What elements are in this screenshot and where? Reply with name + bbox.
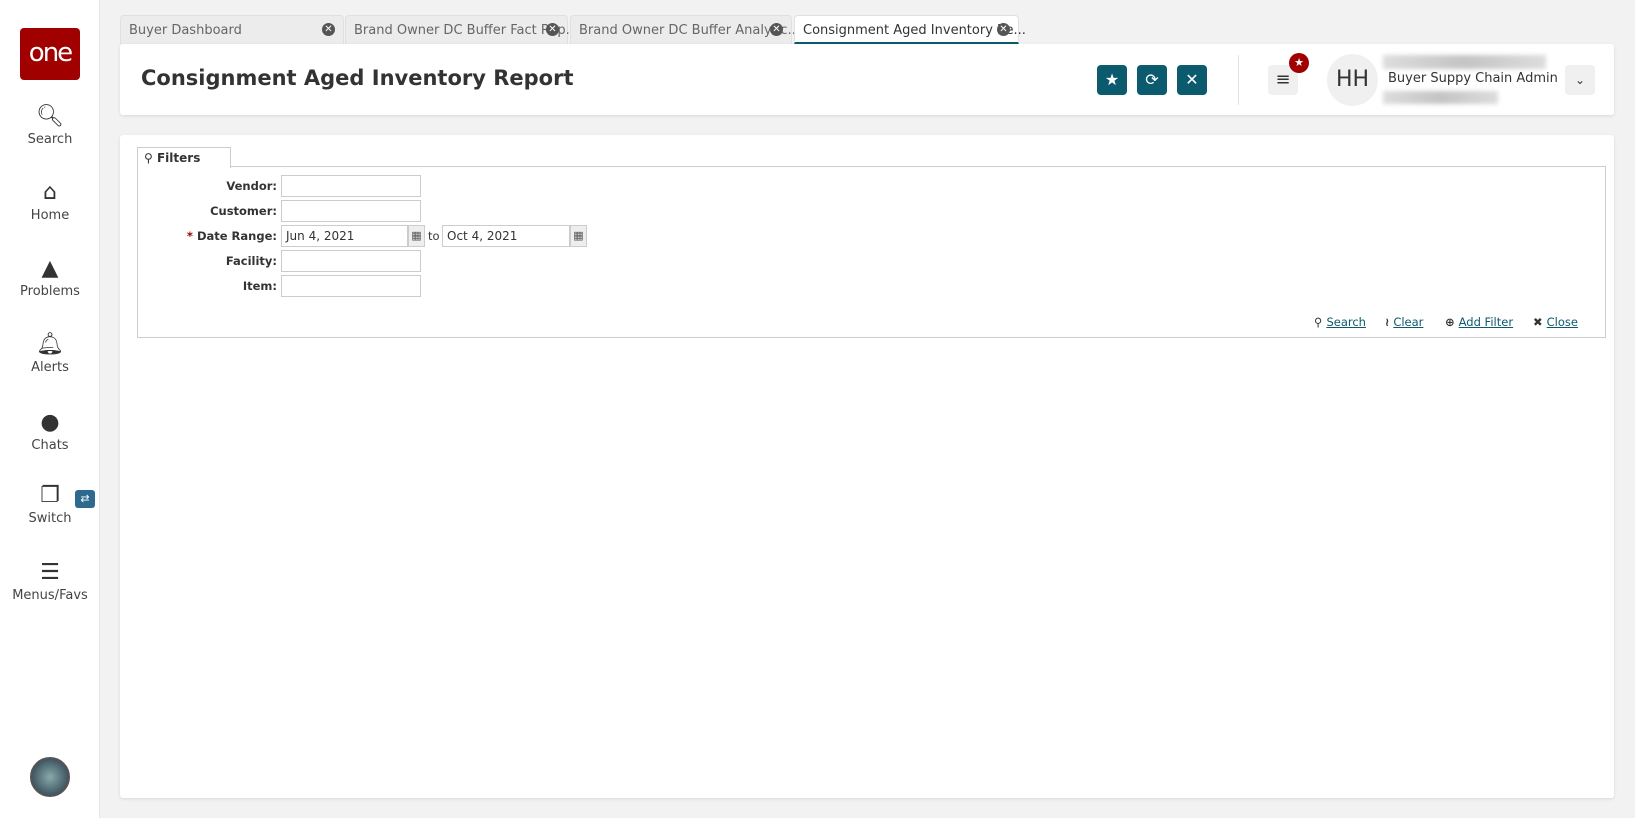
logo[interactable]: one (20, 28, 80, 80)
blurred-user-org (1383, 91, 1498, 104)
close-tab-icon[interactable]: ✕ (546, 23, 559, 36)
facility-input[interactable] (281, 250, 421, 272)
refresh-button[interactable]: ⟳ (1137, 65, 1167, 95)
sidebar-label: Problems (20, 284, 80, 299)
tab-buffer-fact[interactable]: Brand Owner DC Buffer Fact Rep... ✕ (345, 15, 578, 44)
filters-tab[interactable]: ⚲ Filters (137, 147, 231, 168)
add-filter-link[interactable]: ⊕ Add Filter (1445, 315, 1513, 329)
user-dropdown-button[interactable]: ⌄ (1565, 65, 1595, 95)
user-role: Buyer Suppy Chain Admin (1388, 71, 1558, 86)
tab-consignment-report[interactable]: Consignment Aged Inventory Re... ✕ (794, 15, 1026, 44)
sidebar-label: Home (30, 208, 70, 223)
sidebar: one 🔍︎ Search ⌂ Home ▲ Problems 🔔︎ Alerts ● C… (0, 0, 100, 818)
tab-label: Brand Owner DC Buffer Analytic... (579, 23, 800, 38)
item-label: Item: (242, 279, 277, 293)
tab-label: Consignment Aged Inventory Re... (803, 23, 1026, 38)
customer-input[interactable] (281, 200, 421, 222)
close-tab-icon[interactable]: ✕ (770, 23, 783, 36)
sidebar-item-alerts[interactable]: 🔔︎ Alerts (0, 332, 100, 375)
blurred-user-name (1383, 55, 1546, 69)
date-range-label: * Date Range: (127, 229, 277, 243)
tab-label: Brand Owner DC Buffer Fact Rep... (354, 23, 578, 38)
menu-icon: ☰ (40, 560, 60, 585)
sidebar-item-menus[interactable]: ☰ Menus/Favs (0, 560, 100, 603)
customer-label: Customer: (210, 204, 277, 218)
sidebar-item-problems[interactable]: ▲ Problems (0, 256, 100, 299)
required-marker: * (186, 229, 193, 243)
facility-label: Facility: (225, 254, 277, 268)
sidebar-item-home[interactable]: ⌂ Home (0, 180, 100, 223)
search-icon: 🔍︎ (36, 104, 64, 129)
sidebar-label: Menus/Favs (12, 588, 88, 603)
list-icon: ≡ (1275, 69, 1291, 90)
search-icon: ⚲ (1314, 315, 1323, 329)
close-filters-link[interactable]: ✖ Close (1533, 315, 1578, 329)
user-avatar[interactable]: HH (1327, 54, 1378, 106)
assistant-avatar[interactable] (30, 757, 70, 797)
bell-icon: 🔔︎ (36, 332, 64, 357)
refresh-icon: ⟳ (1145, 70, 1159, 89)
search-link[interactable]: ⚲ Search (1314, 315, 1366, 329)
tab-label: Buyer Dashboard (129, 23, 242, 38)
search-icon: ⚲ (144, 151, 153, 165)
date-to-label: to (428, 229, 440, 243)
clear-link-label[interactable]: Clear (1393, 315, 1423, 329)
date-range-label-text: Date Range: (196, 229, 277, 243)
close-tab-icon[interactable]: ✕ (322, 23, 335, 36)
divider (1238, 55, 1239, 105)
sidebar-label: Switch (28, 511, 72, 526)
date-to-input[interactable]: Oct 4, 2021 (442, 225, 570, 247)
vendor-label: Vendor: (226, 179, 277, 193)
page-title: Consignment Aged Inventory Report (141, 66, 574, 90)
add-filter-link-label[interactable]: Add Filter (1459, 315, 1513, 329)
star-icon: ★ (1104, 70, 1120, 89)
plus-circle-icon: ⊕ (1445, 315, 1455, 329)
calendar-icon[interactable]: ▦ (408, 225, 425, 247)
chat-icon: ● (40, 410, 60, 435)
close-link-label[interactable]: Close (1547, 315, 1578, 329)
sidebar-item-chats[interactable]: ● Chats (0, 410, 100, 453)
close-icon: ✖ (1533, 315, 1543, 329)
filters-tab-label: Filters (156, 151, 201, 165)
switch-badge-icon[interactable]: ⇄ (75, 490, 95, 508)
broom-icon: ≀ (1385, 315, 1390, 329)
favorite-button[interactable]: ★ (1097, 65, 1127, 95)
sidebar-item-search[interactable]: 🔍︎ Search (0, 104, 100, 147)
sidebar-label: Chats (31, 438, 69, 453)
home-icon: ⌂ (43, 180, 57, 205)
chevron-down-icon: ⌄ (1574, 73, 1586, 87)
close-tab-icon[interactable]: ✕ (997, 23, 1010, 36)
tab-buffer-analytics[interactable]: Brand Owner DC Buffer Analytic... ✕ (570, 15, 800, 44)
item-input[interactable] (281, 275, 421, 297)
clear-link[interactable]: ≀ Clear (1385, 315, 1423, 329)
tab-buyer-dashboard[interactable]: Buyer Dashboard ✕ (120, 15, 344, 44)
search-link-label[interactable]: Search (1326, 315, 1366, 329)
sidebar-label: Alerts (31, 360, 69, 375)
close-icon: ✕ (1185, 70, 1199, 89)
calendar-icon[interactable]: ▦ (570, 225, 587, 247)
warning-icon: ▲ (41, 256, 59, 281)
vendor-input[interactable] (281, 175, 421, 197)
close-button[interactable]: ✕ (1177, 65, 1207, 95)
sidebar-label: Search (27, 132, 73, 147)
favorites-badge-icon[interactable]: ★ (1289, 53, 1309, 73)
date-from-input[interactable]: Jun 4, 2021 (281, 225, 408, 247)
